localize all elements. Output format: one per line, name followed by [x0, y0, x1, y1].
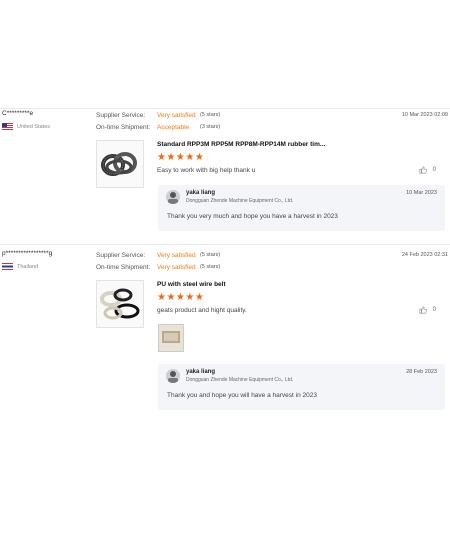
us-flag-icon [2, 123, 13, 130]
shipment-stars: (5 stars) [200, 264, 221, 270]
product-thumbnail[interactable] [96, 140, 144, 188]
rating-stars: ★★★★★ [157, 152, 205, 163]
avatar-image [166, 190, 180, 204]
divider [0, 244, 450, 245]
thumbs-up-icon [419, 166, 427, 174]
review-comment: Easy to work with big help thank u [157, 167, 256, 174]
shipment-label: On-time Shipment: [96, 264, 151, 271]
country-label: Thailand [17, 263, 39, 270]
review-photo-image [159, 325, 183, 351]
buyer-country: Thailand [2, 263, 38, 270]
supplier-service-stars: (5 stars) [200, 112, 221, 118]
buyer-name: C*********e [2, 110, 34, 117]
review-date: 24 Feb 2023 02:31 [401, 252, 448, 258]
country-label: United States [17, 123, 51, 130]
avatar [166, 369, 180, 383]
supplier-service-value: Very satisfied [157, 252, 196, 259]
product-title-link[interactable]: PU with steel wire belt [157, 281, 226, 288]
helpful-button[interactable]: 0 [419, 166, 436, 174]
review-date: 10 Mar 2023 02:09 [401, 112, 448, 118]
like-count: 0 [432, 167, 436, 173]
shipment-stars: (3 stars) [200, 124, 221, 130]
product-title-link[interactable]: Standard RPP3M RPP5M RPP8M-RPP14M rubber… [157, 141, 325, 148]
reply-date: 28 Feb 2023 [406, 369, 437, 375]
shipment-label: On-time Shipment: [96, 124, 151, 131]
buyer-country: United States [2, 123, 50, 130]
review-photo[interactable] [158, 324, 184, 352]
product-thumbnail[interactable] [96, 280, 144, 328]
reply-text: Thank you and hope you will have a harve… [167, 392, 317, 399]
reply-text: Thank you very much and hope you have a … [167, 213, 338, 220]
helpful-button[interactable]: 0 [419, 306, 436, 314]
steel-wire-belt-image [97, 281, 143, 327]
supplier-service-stars: (5 stars) [200, 252, 221, 258]
thumbs-up-icon [419, 306, 427, 314]
thailand-flag-icon [2, 263, 13, 270]
reply-company: Dongguan Zhende Machine Equipment Co., L… [186, 198, 294, 204]
shipment-value: Very satisfied [157, 264, 196, 271]
divider [0, 108, 450, 109]
supplier-service-label: Supplier Service: [96, 252, 146, 259]
avatar-image [166, 369, 180, 383]
reply-author: yaka liang [186, 190, 216, 196]
rating-stars: ★★★★★ [157, 292, 205, 303]
supplier-reply: yaka liang Dongguan Zhende Machine Equip… [158, 185, 445, 231]
supplier-reply: yaka liang Dongguan Zhende Machine Equip… [158, 364, 445, 410]
supplier-service-value: Very satisfied [157, 112, 196, 119]
reply-date: 10 Mar 2023 [406, 190, 437, 196]
shipment-value: Acceptable [157, 124, 190, 131]
supplier-service-label: Supplier Service: [96, 112, 146, 119]
avatar [166, 190, 180, 204]
timing-belt-image [97, 141, 143, 187]
review-comment: geats product and hight quality. [157, 307, 247, 314]
buyer-name: p*****************g [2, 250, 53, 257]
reply-author: yaka liang [186, 369, 216, 375]
reply-company: Dongguan Zhende Machine Equipment Co., L… [186, 377, 294, 383]
like-count: 0 [432, 307, 436, 313]
